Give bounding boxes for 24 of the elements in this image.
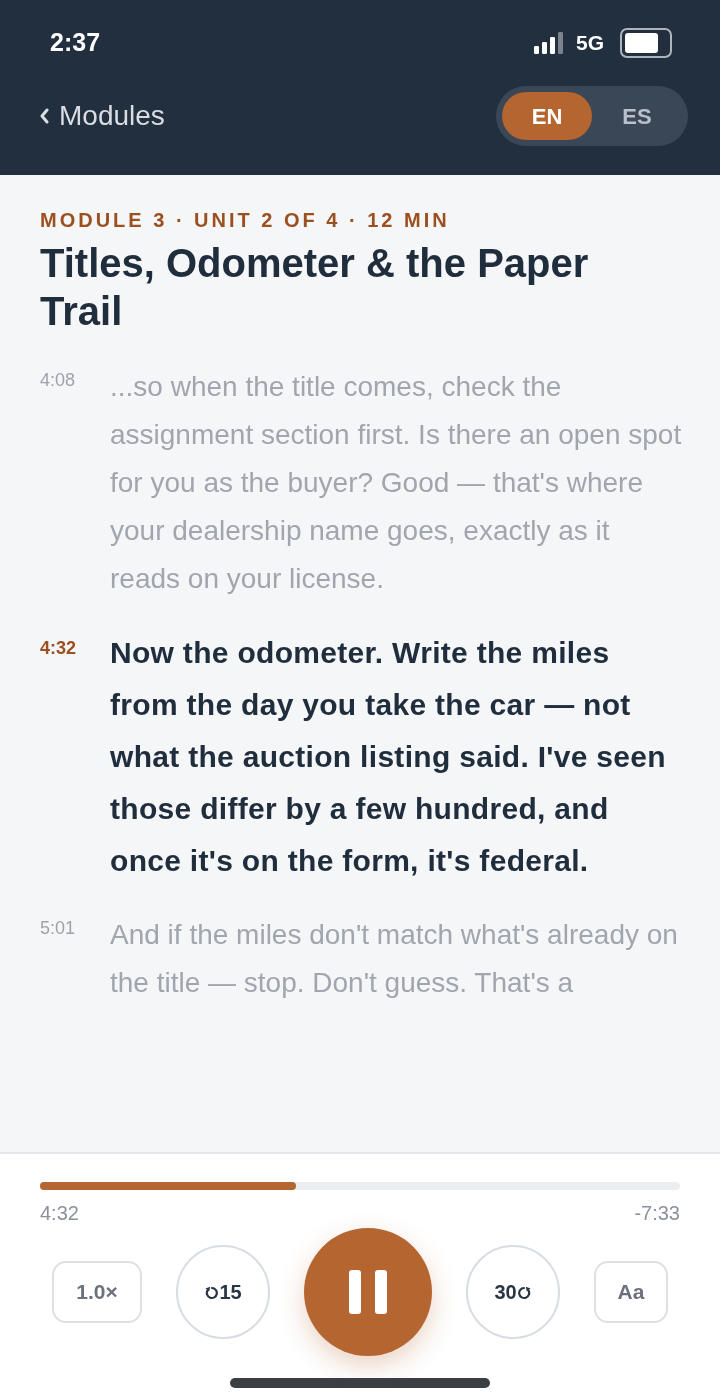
pause-button[interactable] [304,1228,432,1356]
lesson-title: Titles, Odometer & the Paper Trail [40,240,590,335]
clock-time: 2:37 [50,27,101,59]
transcript-line: And if the miles don't match what's already on the title — stop. Don't guess. That's a [110,918,679,1000]
text-size-button[interactable]: Aa [594,1261,668,1323]
lesson-eyebrow: MODULE 3 · UNIT 2 OF 4 · 12 MIN [40,208,451,233]
chevron-left-icon [40,108,49,124]
progress-track[interactable] [40,1182,680,1190]
language-tab[interactable]: EN [502,92,592,140]
signal-icon [534,32,564,54]
speed-button[interactable]: 1.0× [52,1261,142,1323]
skip-forward-button[interactable]: 30 [466,1245,560,1339]
remaining-time: -7:33 [634,1201,680,1226]
language-tab[interactable]: ES [592,92,682,140]
rotate-right-icon [517,1284,532,1300]
battery-icon [620,28,672,58]
skip-back-button[interactable]: 15 [176,1245,270,1339]
elapsed-time: 4:32 [40,1201,79,1226]
current-transcript-line: Now the odometer. Write the miles from the day you take the car — not what the auction listing said. I've seen those differ by a few hundred, and once it's on the form, it's federal. [110,635,667,879]
timestamp[interactable]: 4:32 [40,627,110,887]
rotate-left-icon [204,1284,219,1300]
transcript-line: ...so when the title comes, check the assignment section first. Is there an open spot for you as the buyer? Good — that's where your dealership name goes, exactly as it reads on your license. [110,370,683,596]
back-link[interactable]: Modules [40,95,165,137]
network-label: 5G [576,30,604,57]
